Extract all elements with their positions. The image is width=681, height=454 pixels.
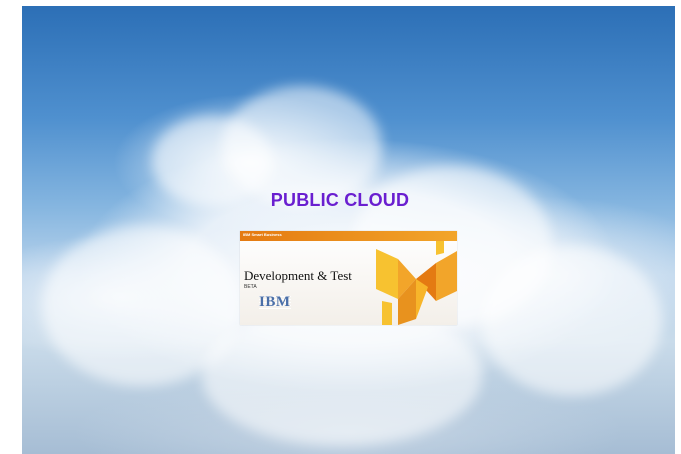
ibm-logo: IBM	[259, 294, 291, 311]
beta-badge: BETA	[244, 284, 257, 290]
card-heading: Development & Test	[244, 268, 352, 283]
slide-title: PUBLIC CLOUD	[270, 190, 410, 210]
sky-clouds-photo	[22, 6, 675, 454]
cloud-puff	[222, 86, 382, 206]
card-header-label: IBM Smart Business	[243, 232, 282, 237]
product-card-image: IBM Smart Business Development & Test BE…	[240, 231, 457, 325]
cloud-puff	[482, 246, 662, 396]
orange-geometric-graphic	[376, 241, 457, 325]
cloud-puff	[202, 306, 482, 446]
card-header-bar: IBM Smart Business	[240, 231, 457, 241]
